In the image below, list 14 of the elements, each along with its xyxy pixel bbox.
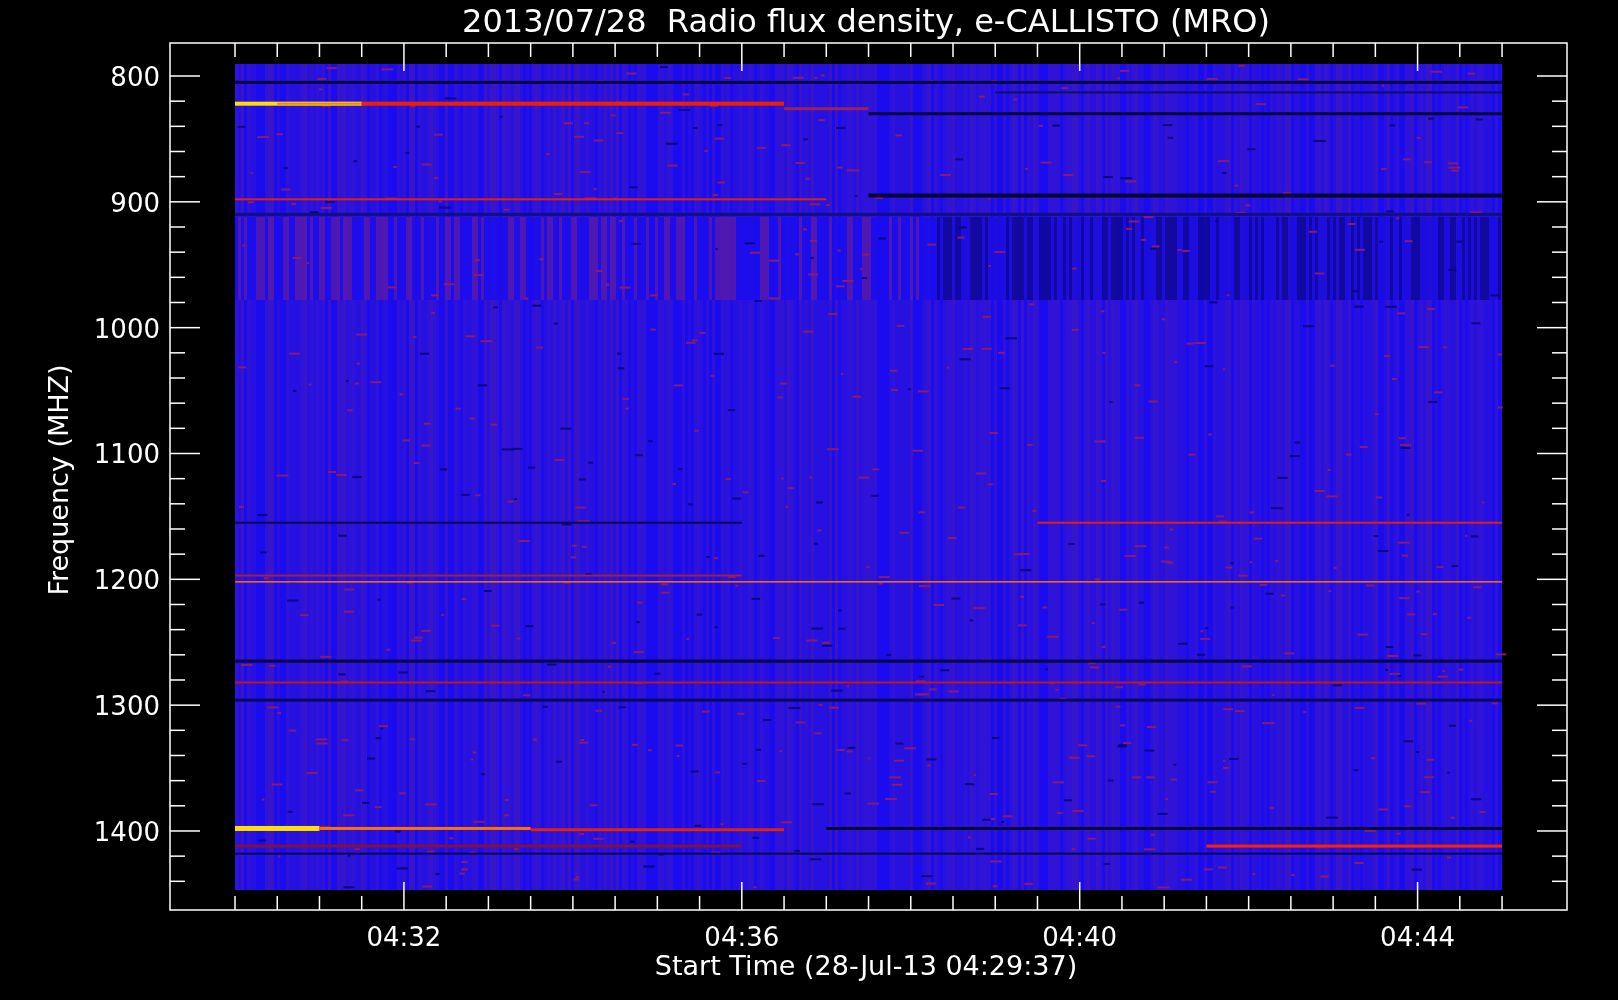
tick-label: 04:36 (704, 922, 780, 952)
chart-title: 2013/07/28 Radio flux density, e-CALLISTO (MRO) (462, 2, 1270, 40)
tick-label: 1000 (93, 313, 160, 344)
tick-label: 1400 (93, 817, 160, 847)
axis-label: Frequency (MHZ) (43, 364, 74, 596)
tick-label: 04:32 (366, 922, 442, 952)
tick-label: 1100 (93, 439, 160, 470)
axis-label: Start Time (28-Jul-13 04:29:37) (654, 950, 1078, 981)
tick-label: 1200 (93, 565, 160, 596)
tick-label: 04:44 (1380, 922, 1456, 952)
tick-label: 04:40 (1042, 922, 1118, 952)
tick-label: 800 (110, 62, 160, 92)
tick-label: 900 (110, 187, 160, 218)
tick-label: 1300 (93, 691, 160, 722)
